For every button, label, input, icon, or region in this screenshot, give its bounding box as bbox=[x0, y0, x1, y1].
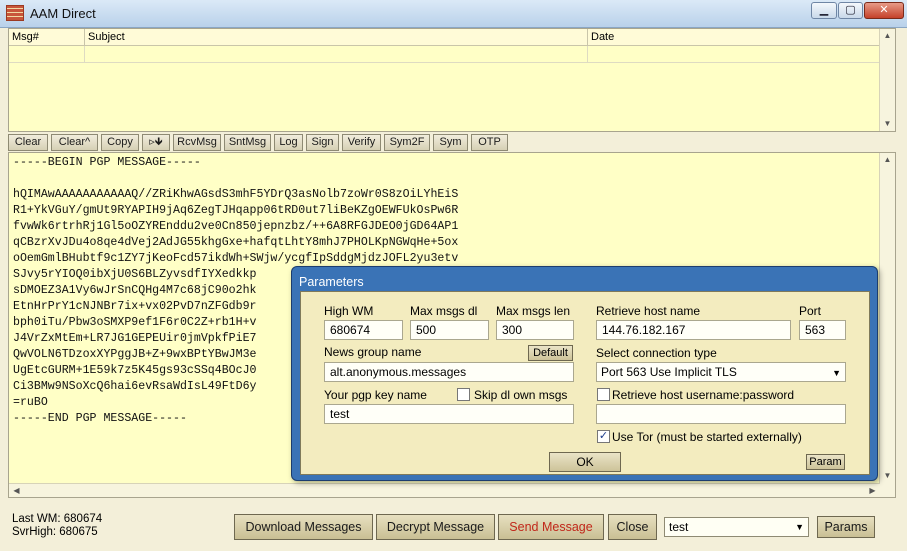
last-wm-status: Last WM: 680674 bbox=[12, 513, 103, 525]
svr-high-status: SvrHigh: 680675 bbox=[12, 526, 98, 538]
close-button[interactable]: Close bbox=[608, 514, 657, 540]
retrieve-host-input[interactable]: 144.76.182.167 bbox=[596, 320, 791, 340]
message-list[interactable]: Msg# Subject Date ▲ ▼ bbox=[8, 28, 896, 132]
retrieve-userpass-input[interactable] bbox=[596, 404, 846, 424]
editor-horizontal-scrollbar[interactable]: ◀ ▶ bbox=[9, 483, 880, 497]
dialog-body: High WM 680674 Max msgs dl 500 Max msgs … bbox=[300, 291, 870, 475]
profile-select[interactable]: test ▼ bbox=[664, 517, 809, 537]
sym2f-button[interactable]: Sym2F bbox=[384, 134, 430, 151]
sym-button[interactable]: Sym bbox=[433, 134, 468, 151]
max-msgs-len-label: Max msgs len bbox=[496, 304, 571, 318]
scroll-up-arrow-icon[interactable]: ▲ bbox=[880, 153, 895, 167]
ok-button[interactable]: OK bbox=[549, 452, 621, 472]
maximize-button[interactable]: ▢ bbox=[838, 2, 863, 19]
max-msgs-len-input[interactable]: 300 bbox=[496, 320, 574, 340]
paste-down-button[interactable]: ▹🡻 bbox=[142, 134, 170, 151]
otp-button[interactable]: OTP bbox=[471, 134, 508, 151]
editor-vertical-scrollbar[interactable]: ▲ ▼ bbox=[879, 153, 895, 497]
window-title: AAM Direct bbox=[30, 6, 96, 21]
use-tor-label: Use Tor (must be started externally) bbox=[612, 430, 802, 444]
table-cell bbox=[85, 46, 588, 63]
title-bar: AAM Direct ▁ ▢ ✕ bbox=[0, 0, 907, 28]
max-msgs-dl-label: Max msgs dl bbox=[410, 304, 478, 318]
param-button[interactable]: Param bbox=[806, 454, 845, 470]
connection-type-select[interactable]: Port 563 Use Implicit TLS ▼ bbox=[596, 362, 846, 382]
minimize-button[interactable]: ▁ bbox=[811, 2, 837, 19]
rcvmsg-button[interactable]: RcvMsg bbox=[173, 134, 221, 151]
brick-wall-icon bbox=[6, 5, 24, 21]
use-tor-checkbox[interactable]: ✓ bbox=[597, 430, 610, 443]
chevron-down-icon: ▼ bbox=[832, 368, 841, 378]
table-row[interactable] bbox=[9, 46, 881, 63]
table-cell bbox=[9, 46, 85, 63]
max-msgs-dl-input[interactable]: 500 bbox=[410, 320, 489, 340]
high-wm-input[interactable]: 680674 bbox=[324, 320, 403, 340]
scroll-down-arrow-icon[interactable]: ▼ bbox=[880, 469, 895, 483]
decrypt-message-button[interactable]: Decrypt Message bbox=[376, 514, 495, 540]
scroll-down-arrow-icon[interactable]: ▼ bbox=[880, 117, 895, 131]
sntmsg-button[interactable]: SntMsg bbox=[224, 134, 271, 151]
parameters-dialog: Parameters High WM 680674 Max msgs dl 50… bbox=[291, 266, 878, 481]
port-input[interactable]: 563 bbox=[799, 320, 846, 340]
profile-select-value: test bbox=[669, 520, 689, 534]
connection-type-value: Port 563 Use Implicit TLS bbox=[601, 365, 737, 379]
clear-up-button[interactable]: Clear^ bbox=[51, 134, 98, 151]
retrieve-userpass-label: Retrieve host username:password bbox=[612, 388, 795, 402]
news-group-input[interactable]: alt.anonymous.messages bbox=[324, 362, 574, 382]
scroll-left-arrow-icon[interactable]: ◀ bbox=[9, 484, 24, 498]
log-button[interactable]: Log bbox=[274, 134, 303, 151]
pgp-key-label: Your pgp key name bbox=[324, 388, 427, 402]
message-list-scrollbar[interactable]: ▲ ▼ bbox=[879, 29, 895, 131]
copy-button[interactable]: Copy bbox=[101, 134, 139, 151]
retrieve-userpass-checkbox[interactable] bbox=[597, 388, 610, 401]
scroll-right-arrow-icon[interactable]: ▶ bbox=[865, 484, 880, 498]
params-button[interactable]: Params bbox=[817, 516, 875, 538]
dialog-title: Parameters bbox=[299, 275, 364, 289]
verify-button[interactable]: Verify bbox=[342, 134, 381, 151]
column-header-date[interactable]: Date bbox=[588, 29, 880, 46]
close-window-button[interactable]: ✕ bbox=[864, 2, 904, 19]
retrieve-host-label: Retrieve host name bbox=[596, 304, 701, 318]
chevron-down-icon: ▼ bbox=[795, 522, 804, 532]
status-panel: Last WM: 680674 SvrHigh: 680675 bbox=[12, 513, 102, 539]
clear-button[interactable]: Clear bbox=[8, 134, 48, 151]
column-header-subject[interactable]: Subject bbox=[85, 29, 588, 46]
send-message-button[interactable]: Send Message bbox=[498, 514, 604, 540]
port-label: Port bbox=[799, 304, 822, 318]
news-group-label: News group name bbox=[324, 345, 422, 359]
high-wm-label: High WM bbox=[324, 304, 374, 318]
default-button[interactable]: Default bbox=[528, 345, 573, 361]
sign-button[interactable]: Sign bbox=[306, 134, 339, 151]
scroll-up-arrow-icon[interactable]: ▲ bbox=[880, 29, 895, 43]
message-list-header: Msg# Subject Date bbox=[9, 29, 881, 46]
pgp-key-input[interactable]: test bbox=[324, 404, 574, 424]
download-messages-button[interactable]: Download Messages bbox=[234, 514, 373, 540]
column-header-msg-number[interactable]: Msg# bbox=[9, 29, 85, 46]
skip-dl-checkbox[interactable] bbox=[457, 388, 470, 401]
skip-dl-label: Skip dl own msgs bbox=[474, 388, 568, 402]
connection-type-label: Select connection type bbox=[596, 346, 717, 360]
